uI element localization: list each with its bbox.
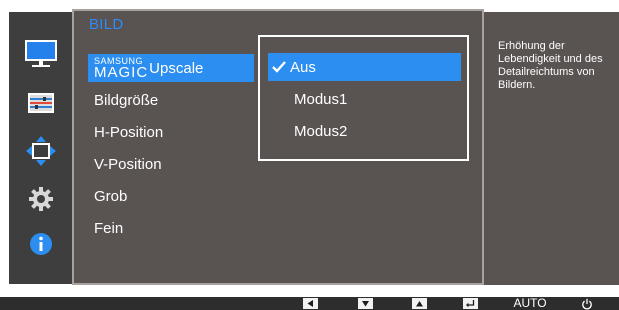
info-icon xyxy=(29,233,52,255)
menu-item-label: Upscale xyxy=(149,59,204,77)
menu-item-label: Fein xyxy=(94,219,124,237)
power-icon xyxy=(582,298,592,309)
gear-icon xyxy=(28,187,53,211)
option-modus1[interactable]: Modus1 xyxy=(268,85,461,113)
menu-item-magic-upscale[interactable]: SAMSUNG MAGIC Upscale xyxy=(88,54,254,82)
left-arrow-icon xyxy=(303,298,318,309)
picture-category-button[interactable] xyxy=(9,38,72,70)
information-category-button[interactable] xyxy=(9,228,72,260)
checkmark-icon xyxy=(268,60,290,74)
onscreen-display-category-button[interactable] xyxy=(9,87,72,119)
auto-button[interactable]: AUTO xyxy=(512,297,548,310)
settings-panel-icon xyxy=(27,93,54,113)
position-category-button[interactable] xyxy=(9,135,72,167)
position-arrows-icon xyxy=(25,136,56,166)
enter-icon xyxy=(463,298,478,309)
up-button[interactable] xyxy=(412,297,427,310)
down-button[interactable] xyxy=(358,297,373,310)
option-label: Modus2 xyxy=(294,122,348,140)
osd-menu: BILD SAMSUNG MAGIC Upscale Bildgröße H-P… xyxy=(0,0,619,285)
option-label: Modus1 xyxy=(294,90,348,108)
monitor-icon xyxy=(24,40,57,67)
enter-button[interactable] xyxy=(463,297,478,310)
menu-item-label: Grob xyxy=(94,187,128,205)
up-arrow-icon xyxy=(412,298,427,309)
category-icon-bar xyxy=(9,12,72,284)
system-category-button[interactable] xyxy=(9,183,72,215)
option-modus2[interactable]: Modus2 xyxy=(268,117,461,145)
control-button-bar: AUTO xyxy=(0,297,619,310)
menu-item-label: V-Position xyxy=(94,155,162,173)
option-label: Aus xyxy=(290,58,316,76)
menu-item-h-position[interactable]: H-Position xyxy=(88,118,268,146)
down-arrow-icon xyxy=(358,298,373,309)
menu-item-coarse[interactable]: Grob xyxy=(88,182,268,210)
upscale-options-submenu: Aus Modus1 Modus2 xyxy=(258,35,469,161)
option-aus[interactable]: Aus xyxy=(268,53,461,81)
menu-item-label: Bildgröße xyxy=(94,91,159,109)
help-panel: Erhöhung der Lebendigkeit und des Detail… xyxy=(484,12,619,285)
auto-label: AUTO xyxy=(513,296,547,310)
page-title: BILD xyxy=(89,16,124,33)
power-button[interactable] xyxy=(579,297,595,310)
menu-item-v-position[interactable]: V-Position xyxy=(88,150,268,178)
left-button[interactable] xyxy=(303,297,318,310)
menu-item-label: H-Position xyxy=(94,123,164,141)
samsung-magic-logo: SAMSUNG MAGIC xyxy=(94,55,149,81)
help-description: Erhöhung der Lebendigkeit und des Detail… xyxy=(498,40,603,91)
menu-item-fine[interactable]: Fein xyxy=(88,214,268,242)
menu-item-image-size[interactable]: Bildgröße xyxy=(88,86,268,114)
